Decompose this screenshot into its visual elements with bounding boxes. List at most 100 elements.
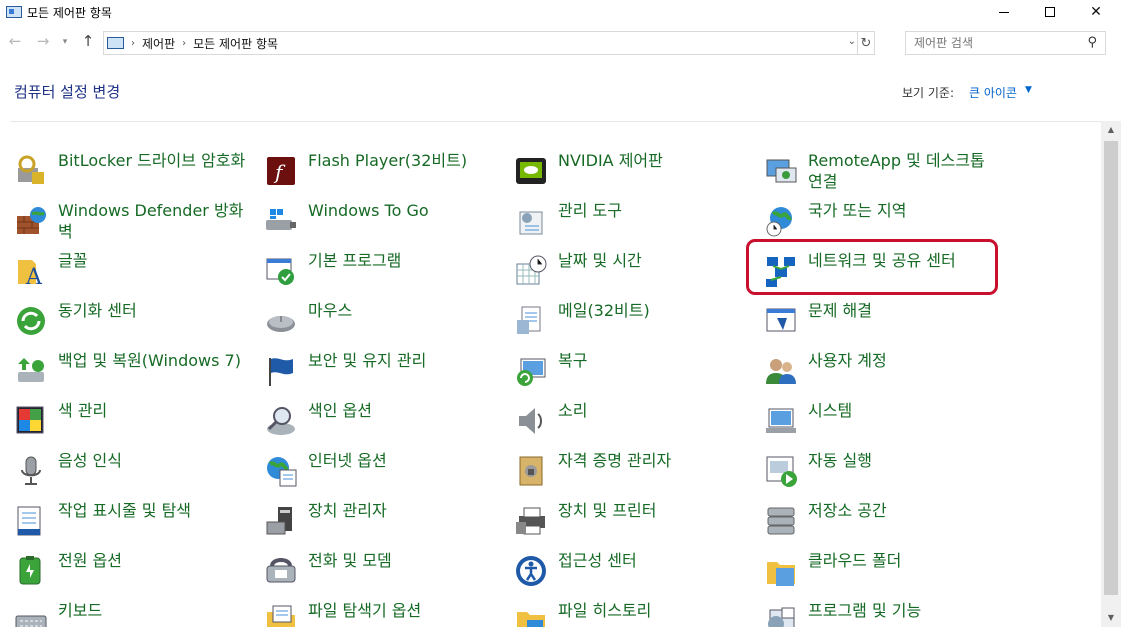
control-panel-item-label[interactable]: 키보드: [58, 600, 248, 621]
control-panel-item-label[interactable]: 사용자 계정: [808, 350, 998, 371]
control-panel-item[interactable]: 접근성 센터: [500, 546, 740, 594]
control-panel-item-label[interactable]: 소리: [558, 400, 748, 421]
search-box[interactable]: ⚲: [905, 31, 1106, 55]
scroll-thumb[interactable]: [1104, 141, 1118, 595]
control-panel-item[interactable]: 전원 옵션: [0, 546, 240, 594]
control-panel-item[interactable]: 색인 옵션: [250, 396, 490, 444]
control-panel-item-label[interactable]: 보안 및 유지 관리: [308, 350, 498, 371]
control-panel-item[interactable]: 자동 실행: [750, 446, 990, 494]
scroll-up-icon[interactable]: ▲: [1101, 121, 1121, 139]
control-panel-item-label[interactable]: 작업 표시줄 및 탐색: [58, 500, 248, 521]
control-panel-item[interactable]: 보안 및 유지 관리: [250, 346, 490, 394]
control-panel-item-label[interactable]: BitLocker 드라이브 암호화: [58, 150, 248, 171]
control-panel-item-label[interactable]: 문제 해결: [808, 300, 998, 321]
control-panel-item-label[interactable]: 프로그램 및 기능: [808, 600, 998, 621]
control-panel-item-label[interactable]: 전화 및 모뎀: [308, 550, 498, 571]
control-panel-item[interactable]: A 글꼴: [0, 246, 240, 294]
control-panel-item-label[interactable]: 장치 및 프린터: [558, 500, 748, 521]
breadcrumb-control-panel[interactable]: 제어판: [142, 35, 175, 52]
control-panel-item[interactable]: 파일 탐색기 옵션: [250, 596, 490, 627]
control-panel-item[interactable]: 프로그램 및 기능: [750, 596, 990, 627]
chevron-down-icon[interactable]: ⌄: [848, 36, 856, 47]
control-panel-item-label[interactable]: 복구: [558, 350, 748, 371]
control-panel-item[interactable]: 문제 해결: [750, 296, 990, 344]
chevron-right-icon[interactable]: ›: [131, 38, 135, 49]
control-panel-item[interactable]: 마우스: [250, 296, 490, 344]
control-panel-item[interactable]: BitLocker 드라이브 암호화: [0, 146, 245, 194]
control-panel-item[interactable]: 색 관리: [0, 396, 240, 444]
maximize-button[interactable]: [1027, 0, 1073, 24]
control-panel-item-label[interactable]: 백업 및 복원(Windows 7): [58, 350, 248, 371]
control-panel-item-label[interactable]: 파일 히스토리: [558, 600, 748, 621]
control-panel-item[interactable]: 인터넷 옵션: [250, 446, 490, 494]
control-panel-item[interactable]: 음성 인식: [0, 446, 240, 494]
control-panel-item-label[interactable]: 시스템: [808, 400, 998, 421]
control-panel-item-label[interactable]: 네트워크 및 공유 센터: [808, 250, 998, 271]
control-panel-item-label[interactable]: Windows Defender 방화벽: [58, 200, 248, 242]
control-panel-item-label[interactable]: Windows To Go: [308, 200, 498, 221]
control-panel-item[interactable]: 저장소 공간: [750, 496, 990, 544]
forward-arrow-icon[interactable]: →: [33, 32, 53, 50]
recent-locations-icon[interactable]: ▾: [58, 37, 72, 47]
control-panel-item[interactable]: 국가 또는 지역: [750, 196, 990, 244]
control-panel-item[interactable]: 사용자 계정: [750, 346, 990, 394]
control-panel-item[interactable]: Windows To Go: [250, 196, 490, 244]
control-panel-item-label[interactable]: 관리 도구: [558, 200, 748, 221]
control-panel-item-label[interactable]: 메일(32비트): [558, 300, 748, 321]
control-panel-item-label[interactable]: 국가 또는 지역: [808, 200, 998, 221]
control-panel-item[interactable]: 소리: [500, 396, 740, 444]
minimize-button[interactable]: [981, 0, 1027, 24]
control-panel-item-label[interactable]: 파일 탐색기 옵션: [308, 600, 498, 621]
control-panel-item-label[interactable]: 클라우드 폴더: [808, 550, 998, 571]
control-panel-item[interactable]: NVIDIA 제어판: [500, 146, 740, 194]
control-panel-item-label[interactable]: 자격 증명 관리자: [558, 450, 748, 471]
control-panel-item-label[interactable]: 접근성 센터: [558, 550, 748, 571]
control-panel-item[interactable]: 네트워크 및 공유 센터: [750, 246, 990, 294]
control-panel-item-label[interactable]: 동기화 센터: [58, 300, 248, 321]
control-panel-item[interactable]: 작업 표시줄 및 탐색: [0, 496, 240, 544]
control-panel-item[interactable]: 복구: [500, 346, 740, 394]
refresh-icon[interactable]: ↻: [857, 31, 875, 55]
control-panel-item[interactable]: 메일(32비트): [500, 296, 740, 344]
control-panel-item-label[interactable]: RemoteApp 및 데스크톱 연결: [808, 150, 998, 192]
control-panel-item[interactable]: RemoteApp 및 데스크톱 연결: [750, 146, 990, 194]
chevron-right-icon[interactable]: ›: [182, 38, 186, 49]
breadcrumb-all-items[interactable]: 모든 제어판 항목: [193, 35, 278, 52]
search-input[interactable]: [914, 36, 1074, 50]
view-by-dropdown[interactable]: 큰 아이콘: [969, 84, 1017, 101]
control-panel-item[interactable]: 날짜 및 시간: [500, 246, 740, 294]
control-panel-item[interactable]: 키보드: [0, 596, 240, 627]
scroll-down-icon[interactable]: ▼: [1101, 609, 1121, 627]
control-panel-item-label[interactable]: Flash Player(32비트): [308, 150, 498, 171]
search-icon[interactable]: ⚲: [1087, 35, 1097, 50]
control-panel-item[interactable]: 기본 프로그램: [250, 246, 490, 294]
control-panel-item-label[interactable]: 장치 관리자: [308, 500, 498, 521]
control-panel-item[interactable]: Windows Defender 방화벽: [0, 196, 243, 244]
control-panel-item-label[interactable]: NVIDIA 제어판: [558, 150, 748, 171]
address-bar[interactable]: › 제어판 › 모든 제어판 항목 ⌄ ↻: [103, 31, 875, 55]
control-panel-item-label[interactable]: 색인 옵션: [308, 400, 498, 421]
vertical-scrollbar[interactable]: ▲ ▼: [1101, 121, 1121, 627]
control-panel-item[interactable]: 전화 및 모뎀: [250, 546, 490, 594]
control-panel-item[interactable]: f Flash Player(32비트): [250, 146, 490, 194]
control-panel-item-label[interactable]: 글꼴: [58, 250, 248, 271]
control-panel-item-label[interactable]: 전원 옵션: [58, 550, 248, 571]
control-panel-item-label[interactable]: 마우스: [308, 300, 498, 321]
control-panel-item-label[interactable]: 자동 실행: [808, 450, 998, 471]
control-panel-item-label[interactable]: 음성 인식: [58, 450, 248, 471]
control-panel-item[interactable]: 관리 도구: [500, 196, 740, 244]
close-button[interactable]: ✕: [1073, 0, 1119, 24]
control-panel-item[interactable]: 시스템: [750, 396, 990, 444]
control-panel-item[interactable]: 장치 및 프린터: [500, 496, 740, 544]
control-panel-item[interactable]: 클라우드 폴더: [750, 546, 990, 594]
control-panel-item[interactable]: 자격 증명 관리자: [500, 446, 740, 494]
control-panel-item-label[interactable]: 색 관리: [58, 400, 248, 421]
control-panel-item-label[interactable]: 인터넷 옵션: [308, 450, 498, 471]
control-panel-item[interactable]: 장치 관리자: [250, 496, 490, 544]
control-panel-item[interactable]: 동기화 센터: [0, 296, 240, 344]
control-panel-item[interactable]: 파일 히스토리: [500, 596, 740, 627]
up-arrow-icon[interactable]: ↑: [78, 32, 98, 50]
caret-down-icon[interactable]: ▼: [1025, 85, 1032, 95]
control-panel-item[interactable]: 백업 및 복원(Windows 7): [0, 346, 241, 394]
back-arrow-icon[interactable]: ←: [5, 32, 25, 50]
